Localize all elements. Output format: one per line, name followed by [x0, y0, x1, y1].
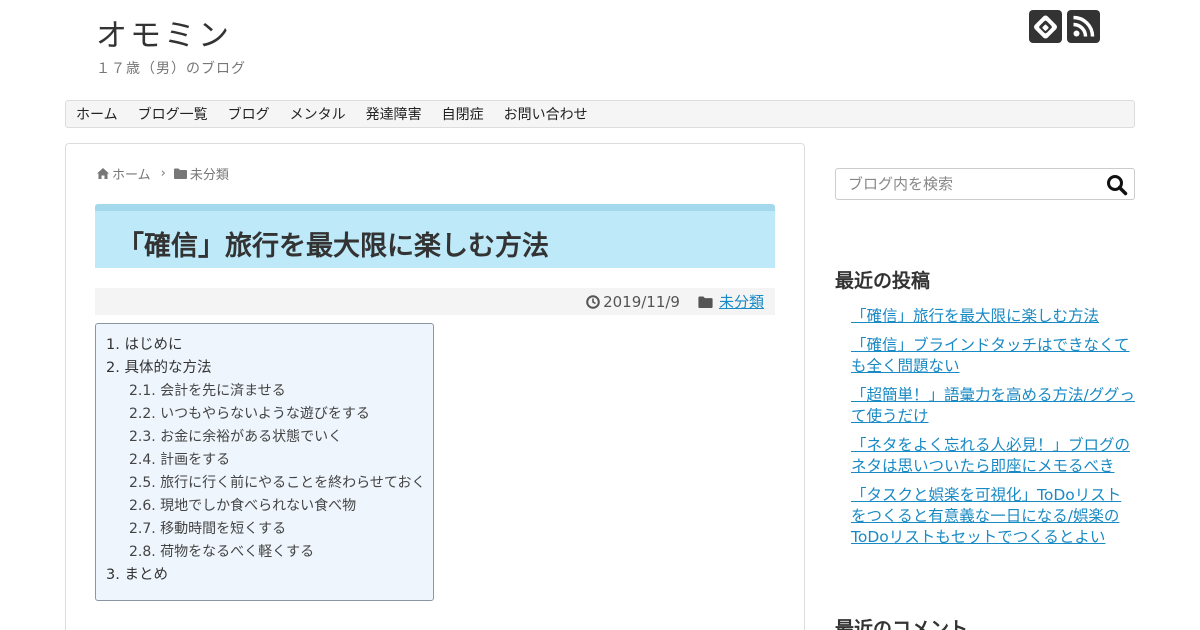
breadcrumb: ホーム › 未分類: [97, 164, 229, 183]
toc-item[interactable]: 1. はじめに: [106, 334, 423, 357]
search-icon[interactable]: [1106, 174, 1128, 196]
site-title[interactable]: オモミン: [96, 10, 232, 55]
recent-posts-title: 最近の投稿: [835, 270, 931, 292]
post-category: 未分類: [698, 291, 764, 312]
nav-item[interactable]: メンタル: [290, 104, 346, 124]
nav-item[interactable]: お問い合わせ: [504, 104, 588, 124]
recent-comments-title: 最近のコメント: [835, 618, 969, 630]
folder-icon: [173, 168, 187, 179]
toc-item[interactable]: 2.5. 旅行に行く前にやることを終わらせておく: [106, 472, 425, 495]
toc-item[interactable]: 2.3. お金に余裕がある状態でいく: [106, 426, 423, 449]
post-title-box: 「確信」旅行を最大限に楽しむ方法: [95, 204, 775, 268]
feedly-button[interactable]: [1029, 10, 1062, 43]
rss-icon: [1073, 15, 1095, 37]
post-meta: 2019/11/9 未分類: [95, 288, 775, 315]
nav-item[interactable]: 発達障害: [366, 104, 422, 124]
recent-posts-list: 「確信」旅行を最大限に楽しむ方法「確信」ブラインドタッチはできなくても全く問題な…: [851, 306, 1135, 556]
recent-post-link[interactable]: 「確信」旅行を最大限に楽しむ方法: [851, 306, 1135, 327]
rss-button[interactable]: [1067, 10, 1100, 43]
global-nav: ホーム ブログ一覧 ブログ メンタル 発達障害 自閉症 お問い合わせ: [65, 100, 1135, 128]
recent-post-link[interactable]: 「超簡単！」語彙力を高める方法/ググって使うだけ: [851, 385, 1135, 427]
toc-item[interactable]: 2.2. いつもやらないような遊びをする: [106, 403, 423, 426]
breadcrumb-category[interactable]: 未分類: [190, 164, 229, 183]
search-box: [835, 168, 1135, 200]
recent-post-link[interactable]: 「ネタをよく忘れる人必見！」ブログのネタは思いついたら即座にメモるべき: [851, 435, 1135, 477]
post-title: 「確信」旅行を最大限に楽しむ方法: [117, 231, 549, 262]
recent-post-link[interactable]: 「確信」ブラインドタッチはできなくても全く問題ない: [851, 335, 1135, 377]
main-content: ホーム › 未分類 「確信」旅行を最大限に楽しむ方法 2019/11/9 未分類…: [65, 143, 805, 630]
nav-item[interactable]: 自閉症: [442, 104, 484, 124]
nav-item[interactable]: ブログ一覧: [138, 104, 208, 124]
nav-item[interactable]: ブログ: [228, 104, 270, 124]
table-of-contents: 1. はじめに 2. 具体的な方法 2.1. 会計を先に済ませる 2.2. いつもやら…: [95, 323, 434, 601]
recent-post-link[interactable]: 「タスクと娯楽を可視化」ToDoリストをつくると有意義な一日になる/娯楽のToD…: [851, 485, 1135, 548]
toc-item[interactable]: 2.7. 移動時間を短くする: [106, 518, 423, 541]
toc-item[interactable]: 2.4. 計画をする: [106, 449, 423, 472]
home-icon: [97, 168, 109, 179]
feedly-icon: [1034, 15, 1057, 39]
site-description: １７歳（男）のブログ: [96, 61, 246, 77]
search-input[interactable]: [836, 169, 1096, 199]
toc-item[interactable]: 2.1. 会計を先に済ませる: [106, 380, 423, 403]
toc-item[interactable]: 2.6. 現地でしか食べられない食べ物: [106, 495, 423, 518]
toc-item[interactable]: 3. まとめ: [106, 564, 423, 587]
chevron-right-icon: ›: [160, 166, 166, 181]
folder-icon: [698, 296, 713, 308]
post-date: 2019/11/9: [586, 293, 680, 311]
nav-item[interactable]: ホーム: [76, 104, 118, 124]
breadcrumb-home[interactable]: ホーム: [112, 164, 151, 183]
toc-item[interactable]: 2.8. 荷物をなるべく軽くする: [106, 541, 423, 564]
post-date-text: 2019/11/9: [603, 292, 680, 311]
toc-item[interactable]: 2. 具体的な方法: [106, 357, 423, 380]
post-category-link[interactable]: 未分類: [719, 291, 764, 312]
clock-icon: [586, 294, 600, 309]
